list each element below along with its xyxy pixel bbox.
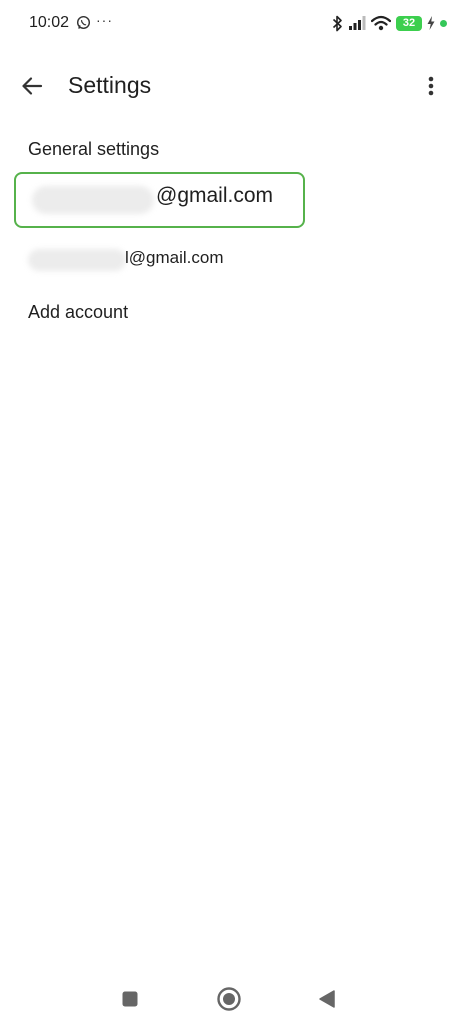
more-notifications-icon: ···	[96, 12, 113, 28]
status-bar: 10:02 ··· 32	[0, 0, 461, 46]
back-triangle-icon	[319, 990, 335, 1008]
general-settings-item[interactable]: General settings	[0, 128, 461, 170]
arrow-left-icon	[22, 77, 43, 95]
app-bar: Settings	[0, 56, 461, 116]
overflow-menu-button[interactable]	[417, 70, 445, 102]
home-button[interactable]	[212, 982, 246, 1016]
add-account-label: Add account	[28, 301, 129, 322]
redacted-email-blur	[28, 249, 126, 271]
status-right-icons: 32	[332, 13, 447, 33]
back-button[interactable]	[14, 68, 50, 104]
page-title: Settings	[68, 72, 152, 98]
charging-indicator-dot	[440, 19, 447, 27]
wifi-icon	[371, 15, 391, 31]
redacted-email-blur	[32, 186, 154, 214]
recents-square-icon	[122, 991, 138, 1007]
home-circle-icon	[217, 987, 241, 1011]
account-1-email: @gmail.com	[156, 184, 274, 207]
whatsapp-icon	[76, 15, 91, 30]
account-item-1[interactable]: @gmail.com	[0, 172, 461, 228]
cellular-signal-icon	[349, 16, 366, 30]
system-navigation-bar	[0, 972, 461, 1024]
charging-icon	[427, 16, 435, 30]
add-account-item[interactable]: Add account	[0, 292, 461, 332]
bluetooth-icon	[332, 15, 342, 31]
account-item-2[interactable]: l@gmail.com	[0, 238, 461, 278]
recents-button[interactable]	[113, 982, 147, 1016]
account-2-email: l@gmail.com	[125, 248, 224, 267]
general-settings-label: General settings	[28, 138, 160, 159]
status-time: 10:02	[29, 14, 70, 31]
more-vert-icon	[428, 76, 434, 96]
system-back-button[interactable]	[310, 982, 344, 1016]
battery-icon: 32	[396, 15, 422, 31]
battery-level: 32	[402, 16, 416, 29]
